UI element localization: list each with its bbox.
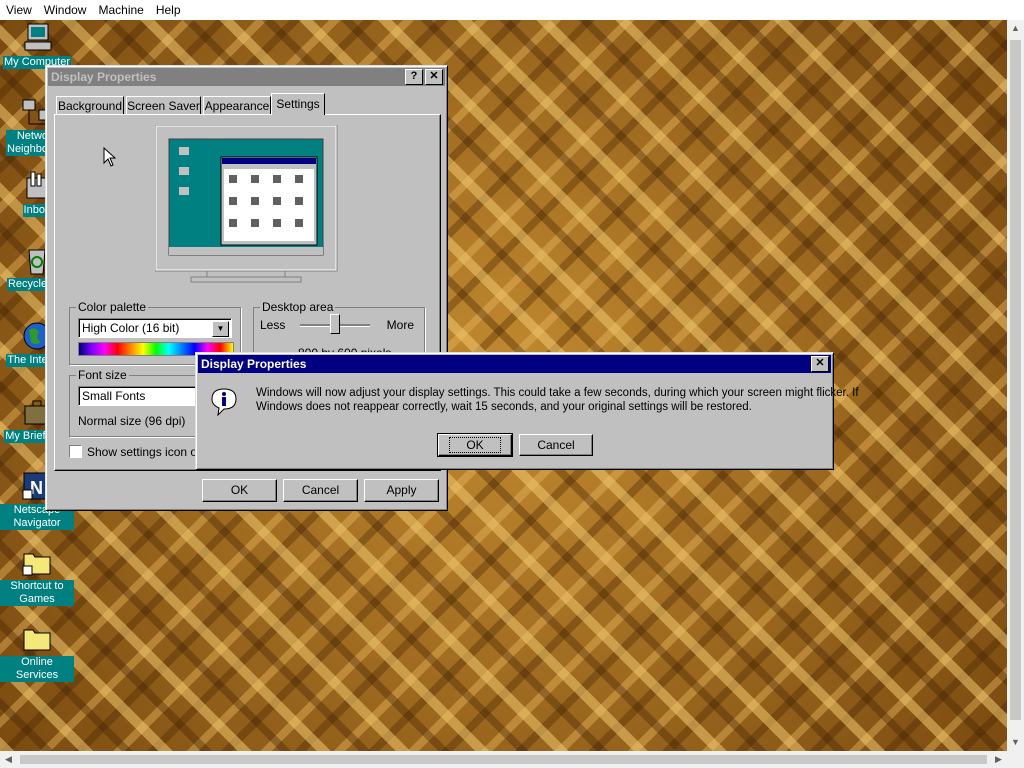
close-button[interactable]: ✕ bbox=[425, 69, 443, 85]
menu-bar: View Window Machine Help bbox=[0, 0, 1024, 20]
cancel-button[interactable]: Cancel bbox=[283, 479, 358, 502]
color-palette-select[interactable]: High Color (16 bit) ▼ bbox=[78, 318, 232, 338]
folder-shortcut-icon bbox=[21, 546, 53, 578]
confirm-message-line1: Windows will now adjust your display set… bbox=[256, 387, 859, 399]
close-icon[interactable]: ✕ bbox=[811, 356, 829, 372]
confirm-message-line2: Windows does not reappear correctly, wai… bbox=[256, 401, 752, 413]
computer-icon bbox=[21, 22, 53, 54]
horizontal-scroll-thumb[interactable] bbox=[20, 755, 987, 764]
desktop-icon-games[interactable]: Shortcut to Games bbox=[0, 546, 74, 606]
scroll-right-icon[interactable]: ▶ bbox=[990, 751, 1007, 768]
ok-button[interactable]: OK bbox=[202, 479, 277, 502]
scroll-down-icon[interactable]: ▼ bbox=[1007, 734, 1024, 751]
show-settings-checkbox[interactable] bbox=[69, 445, 82, 458]
menu-view[interactable]: View bbox=[0, 3, 38, 17]
confirm-cancel-button[interactable]: Cancel bbox=[519, 434, 593, 456]
scroll-up-icon[interactable]: ▲ bbox=[1007, 20, 1024, 37]
monitor-preview bbox=[154, 124, 338, 283]
tab-appearance[interactable]: Appearance bbox=[203, 96, 271, 115]
desktop-icon-online-services[interactable]: Online Services bbox=[0, 622, 74, 682]
apply-button[interactable]: Apply bbox=[364, 479, 439, 502]
scroll-corner bbox=[1007, 751, 1024, 768]
menu-help[interactable]: Help bbox=[150, 3, 187, 17]
desktop[interactable]: My Computer Network Neighborhood Inbox R… bbox=[0, 20, 1007, 751]
confirm-ok-button[interactable]: OK bbox=[437, 433, 513, 457]
tab-background[interactable]: Background bbox=[56, 96, 124, 115]
chevron-down-icon[interactable]: ▼ bbox=[212, 321, 229, 337]
help-button[interactable]: ? bbox=[405, 69, 423, 85]
scroll-left-icon[interactable]: ◀ bbox=[0, 751, 17, 768]
tab-screen-saver[interactable]: Screen Saver bbox=[126, 96, 201, 115]
menu-machine[interactable]: Machine bbox=[92, 3, 149, 17]
vertical-scroll-thumb[interactable] bbox=[1010, 40, 1021, 720]
confirm-dialog-titlebar[interactable]: Display Properties ✕ bbox=[198, 355, 831, 373]
desktop-area-slider-thumb[interactable] bbox=[330, 314, 340, 334]
confirm-dialog: Display Properties ✕ Windows will now ad… bbox=[195, 352, 859, 470]
menu-window[interactable]: Window bbox=[38, 3, 93, 17]
info-icon bbox=[208, 385, 240, 417]
display-properties-titlebar[interactable]: Display Properties ? ✕ bbox=[48, 68, 445, 86]
tab-settings[interactable]: Settings bbox=[271, 93, 325, 115]
folder-icon bbox=[21, 622, 53, 654]
monitor-icon bbox=[154, 124, 338, 283]
vertical-scrollbar[interactable]: ▲ ▼ bbox=[1007, 20, 1024, 751]
horizontal-scrollbar[interactable]: ◀ ▶ bbox=[0, 751, 1007, 768]
mouse-cursor-icon bbox=[103, 146, 117, 167]
desktop-icon-my-computer[interactable]: My Computer bbox=[0, 22, 74, 69]
